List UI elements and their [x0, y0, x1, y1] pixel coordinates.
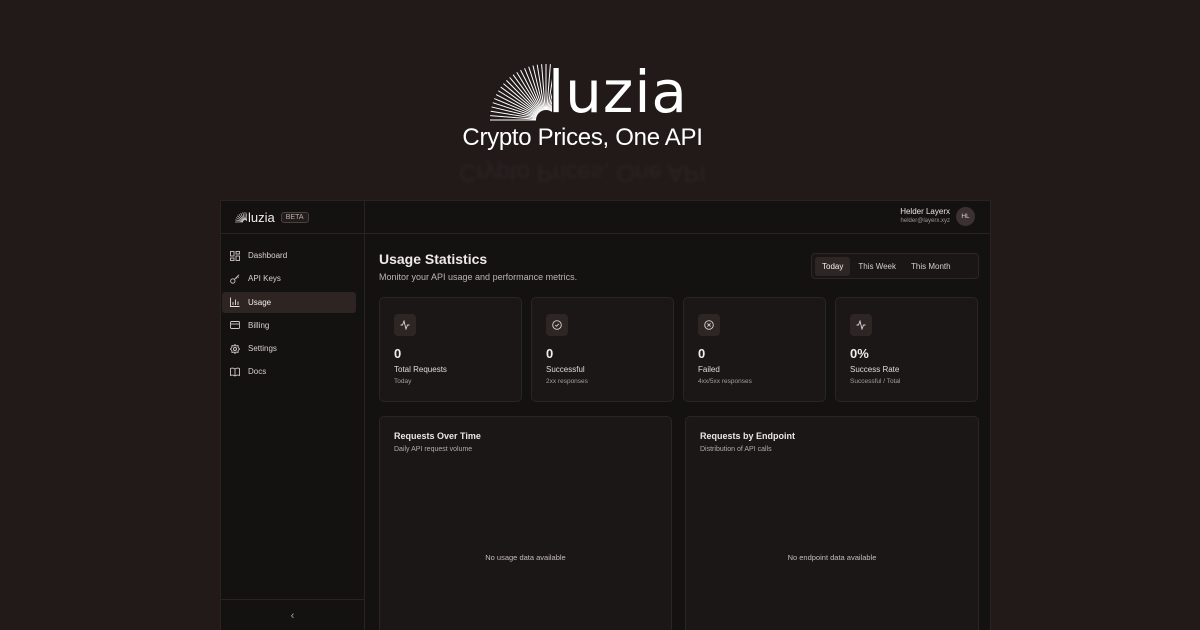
stat-value: 0 [698, 346, 706, 361]
sidebar-brand: luzia [248, 209, 275, 225]
stat-sublabel: 2xx responses [546, 378, 588, 385]
page-subtitle: Monitor your API usage and performance m… [379, 272, 578, 282]
activity-icon [394, 314, 416, 336]
main-content: Usage Statistics Monitor your API usage … [365, 235, 990, 630]
sidebar-item-usage[interactable]: Usage [222, 291, 356, 313]
gear-icon [230, 343, 240, 354]
stat-sublabel: Successful / Total [850, 378, 901, 385]
x-circle-icon [698, 314, 720, 336]
stat-label: Failed [698, 365, 720, 374]
avatar[interactable]: HL [956, 207, 975, 226]
sidebar-item-label: Settings [248, 344, 277, 354]
sidebar-item-label: Docs [248, 367, 267, 377]
topbar: Helder Layerx helder@layerx.xyz HL [365, 201, 990, 234]
sidebar-item-api-keys[interactable]: API Keys [222, 268, 356, 289]
empty-state: No endpoint data available [787, 553, 877, 562]
credit-card-icon [230, 320, 240, 330]
stat-sublabel: 4xx/5xx responses [698, 378, 752, 385]
sidebar-header: luzia BETA [221, 201, 364, 234]
hero-brand: luzia [548, 58, 688, 126]
panel-subtitle: Distribution of API calls [700, 446, 772, 453]
range-this-week-button[interactable]: This Week [851, 257, 903, 276]
sunburst-logo-icon [490, 64, 552, 121]
sidebar: luzia BETA Dashboard API Keys Usage Bill… [221, 201, 365, 630]
sidebar-item-label: Dashboard [248, 251, 288, 260]
activity-icon [850, 314, 872, 336]
chevron-left-icon: ‹ [290, 609, 295, 622]
stat-value: 0 [394, 346, 402, 361]
page-title: Usage Statistics [379, 251, 488, 267]
sidebar-item-billing[interactable]: Billing [222, 315, 356, 336]
panel-title: Requests by Endpoint [700, 431, 796, 441]
user-name: Helder Layerx [900, 207, 950, 216]
stat-sublabel: Today [394, 378, 412, 385]
sidebar-nav: Dashboard API Keys Usage Billing Setting… [221, 234, 364, 382]
date-range-toggle: Today This Week This Month [811, 253, 979, 279]
user-email: helder@layerx.xyz [900, 218, 950, 224]
stat-label: Success Rate [850, 365, 900, 374]
stat-card-failed: 0 Failed 4xx/5xx responses [683, 297, 826, 402]
sidebar-item-label: Billing [248, 320, 270, 330]
hero-tagline: Crypto Prices, One API [462, 124, 703, 151]
stat-value: 0 [546, 346, 554, 361]
sidebar-collapse-button[interactable]: ‹ [221, 599, 364, 630]
beta-badge: BETA [280, 211, 309, 223]
sidebar-item-label: Usage [248, 297, 272, 307]
sunburst-logo-icon [235, 212, 247, 223]
stat-card-success-rate: 0% Success Rate Successful / Total [835, 297, 978, 402]
user-info: Helder Layerx helder@layerx.xyz [900, 207, 950, 224]
panel-title: Requests Over Time [394, 431, 481, 441]
sidebar-item-label: API Keys [248, 274, 281, 284]
check-circle-icon [546, 314, 568, 336]
sidebar-item-settings[interactable]: Settings [222, 338, 356, 359]
book-icon [230, 367, 240, 377]
sidebar-logo[interactable]: luzia [231, 210, 275, 225]
key-icon [230, 274, 240, 284]
app-window: luzia BETA Dashboard API Keys Usage Bill… [220, 200, 991, 630]
stat-card-total-requests: 0 Total Requests Today [379, 297, 522, 402]
range-today-button[interactable]: Today [815, 256, 851, 276]
hero-tagline-reflection: Crypto Prices, One API [0, 158, 1165, 186]
requests-over-time-panel: Requests Over Time Daily API request vol… [379, 416, 672, 630]
sidebar-item-docs[interactable]: Docs [222, 361, 356, 382]
requests-by-endpoint-panel: Requests by Endpoint Distribution of API… [685, 416, 979, 630]
stat-card-successful: 0 Successful 2xx responses [531, 297, 674, 402]
stat-value: 0% [850, 346, 869, 361]
sidebar-item-dashboard[interactable]: Dashboard [222, 245, 356, 266]
grid-icon [230, 250, 240, 261]
empty-state: No usage data available [485, 553, 566, 562]
stat-label: Successful [546, 365, 585, 374]
range-this-month-button[interactable]: This Month [904, 257, 958, 276]
stat-label: Total Requests [394, 365, 447, 374]
bar-chart-icon [230, 297, 240, 308]
panel-subtitle: Daily API request volume [394, 446, 473, 453]
